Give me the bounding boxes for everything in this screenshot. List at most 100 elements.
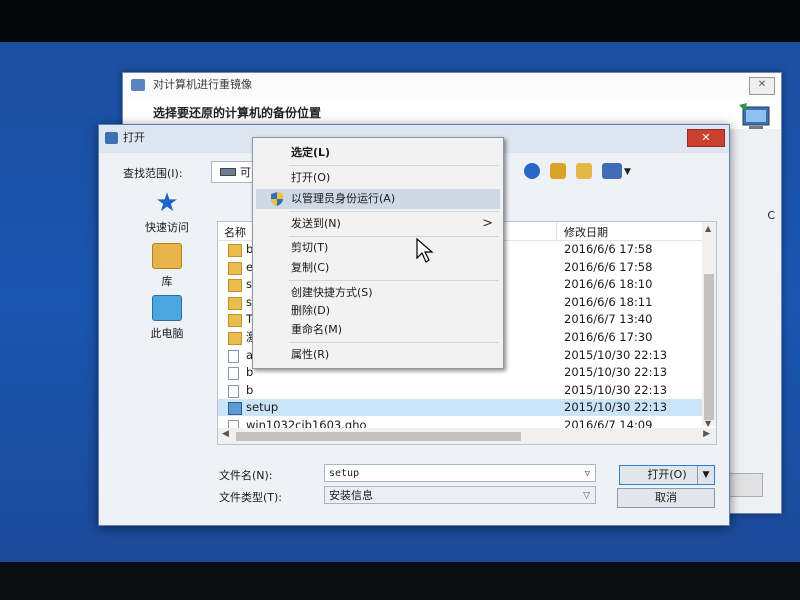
menu-item-copy[interactable]: 复制(C) [253,258,503,278]
monitor-screen: 对计算机进行重镜像 ✕ 选择要还原的计算机的备份位置 C 打开 ✕ 查找范围(I… [0,42,800,562]
wizard-side-label: C [767,209,775,222]
chevron-down-icon[interactable]: ▼ [624,167,631,177]
file-icon [228,367,239,381]
menu-item-label: 复制(C) [291,261,330,274]
folder-icon [228,296,242,310]
menu-item-label: 属性(R) [291,348,330,361]
file-row[interactable]: setup 2015/10/30 22:13 [218,399,702,417]
menu-separator [289,342,499,343]
view-menu-icon[interactable] [602,163,622,179]
menu-item-rename[interactable]: 重命名(M) [253,320,503,340]
menu-item-label: 打开(O) [291,171,331,184]
folder-icon [228,244,242,257]
menu-item-cut[interactable]: 剪切(T) [253,238,503,258]
scroll-thumb[interactable] [236,432,521,441]
column-name-header[interactable]: 名称 [224,224,246,240]
menu-separator [289,236,499,237]
menu-separator [289,280,499,281]
menu-item-select[interactable]: 选定(L) [253,143,503,163]
folder-icon [228,261,242,275]
column-date-header[interactable]: 修改日期 [564,224,608,240]
menu-item-delete[interactable]: 删除(D) [253,301,503,321]
file-date: 2016/6/6 18:11 [564,294,653,309]
cancel-button[interactable]: 取消 [617,488,715,508]
dialog-title: 打开 [123,131,145,144]
menu-item-properties[interactable]: 属性(R) [253,345,503,365]
cancel-button-label: 取消 [655,491,677,504]
places-bar: ★ 快速访问 库 此电脑 [121,189,213,419]
filename-value: setup [329,468,360,479]
menu-item-label: 删除(D) [291,304,331,317]
scroll-right-icon[interactable]: ▶ [703,429,710,439]
file-date: 2016/6/6 17:58 [564,242,653,256]
new-folder-icon[interactable] [576,163,592,179]
place-library[interactable]: 库 [121,243,213,289]
column-separator[interactable] [556,222,557,240]
wizard-app-icon [131,79,145,91]
filetype-value: 安装信息 [329,489,373,502]
file-date: 2016/6/6 18:10 [564,277,653,292]
horizontal-scrollbar[interactable]: ◀ ▶ [218,428,716,444]
menu-item-label: 发送到(N) [291,217,341,230]
place-quick-access[interactable]: ★ 快速访问 [121,188,213,235]
file-row[interactable]: b 2015/10/30 22:13 [218,382,702,399]
wizard-titlebar: 对计算机进行重镜像 ✕ [123,73,781,97]
this-pc-icon [152,295,182,321]
chevron-down-icon[interactable]: ▽ [585,465,590,483]
mouse-cursor-icon [416,238,434,263]
scroll-left-icon[interactable]: ◀ [222,429,229,439]
back-icon[interactable] [524,163,540,179]
menu-item-open[interactable]: 打开(O) [253,168,503,188]
look-in-value: 可 [240,166,251,179]
menu-item-label: 重命名(M) [291,323,343,336]
uac-shield-icon [271,192,283,206]
setup-file-icon [228,402,242,416]
file-date: 2016/6/7 13:40 [564,312,653,327]
context-menu: 选定(L) 打开(O) 以管理员身份运行(A) 发送到(N) > 剪切(T) 复… [252,137,504,369]
file-date: 2016/6/6 17:58 [564,259,653,274]
quick-access-star-icon: ★ [155,188,179,218]
file-date: 2015/10/30 22:13 [564,382,668,397]
folder-icon [228,332,242,345]
menu-separator [289,211,499,212]
scroll-down-icon[interactable]: ▼ [705,419,711,428]
open-split-arrow-icon[interactable]: ▼ [697,466,714,484]
file-icon [228,349,239,363]
dialog-close-button[interactable]: ✕ [687,129,725,147]
open-button-label: 打开(O) [647,468,687,481]
menu-item-label: 创建快捷方式(S) [291,286,373,299]
drive-icon [220,168,236,176]
vertical-scrollbar[interactable]: ▲ ▼ [702,222,716,428]
place-label: 快速访问 [145,221,189,234]
scroll-up-icon[interactable]: ▲ [705,224,711,233]
chevron-down-icon[interactable]: ▽ [583,487,590,505]
file-name: setup [246,400,279,415]
menu-item-label: 选定(L) [291,146,331,159]
scroll-thumb[interactable] [704,274,714,420]
file-date: 2016/6/6 17:30 [564,330,653,344]
menu-item-create-shortcut[interactable]: 创建快捷方式(S) [253,283,503,303]
file-icon [228,384,239,398]
filename-label: 文件名(N): [219,469,273,482]
filename-input[interactable]: setup ▽ [324,464,596,482]
open-button[interactable]: 打开(O) ▼ [619,465,715,485]
menu-separator [289,165,499,166]
file-name: b [246,382,254,397]
folder-icon [228,279,242,293]
place-label: 库 [161,275,173,288]
file-date: 2015/10/30 22:13 [564,365,668,380]
file-date: 2015/10/30 22:13 [564,347,668,362]
place-this-pc[interactable]: 此电脑 [121,295,213,341]
place-label: 此电脑 [150,327,184,340]
menu-item-label: 以管理员身份运行(A) [291,192,396,205]
filetype-select[interactable]: 安装信息 ▽ [324,486,596,504]
submenu-arrow-icon: > [482,216,493,231]
menu-item-run-as-admin[interactable]: 以管理员身份运行(A) [256,189,500,209]
wizard-close-button[interactable]: ✕ [749,77,775,95]
dialog-app-icon [105,132,118,144]
file-date: 2015/10/30 22:13 [564,400,668,415]
menu-item-send-to[interactable]: 发送到(N) > [253,214,503,234]
up-folder-icon[interactable] [550,163,566,179]
library-icon [152,243,182,269]
monitor-bezel [0,562,800,600]
